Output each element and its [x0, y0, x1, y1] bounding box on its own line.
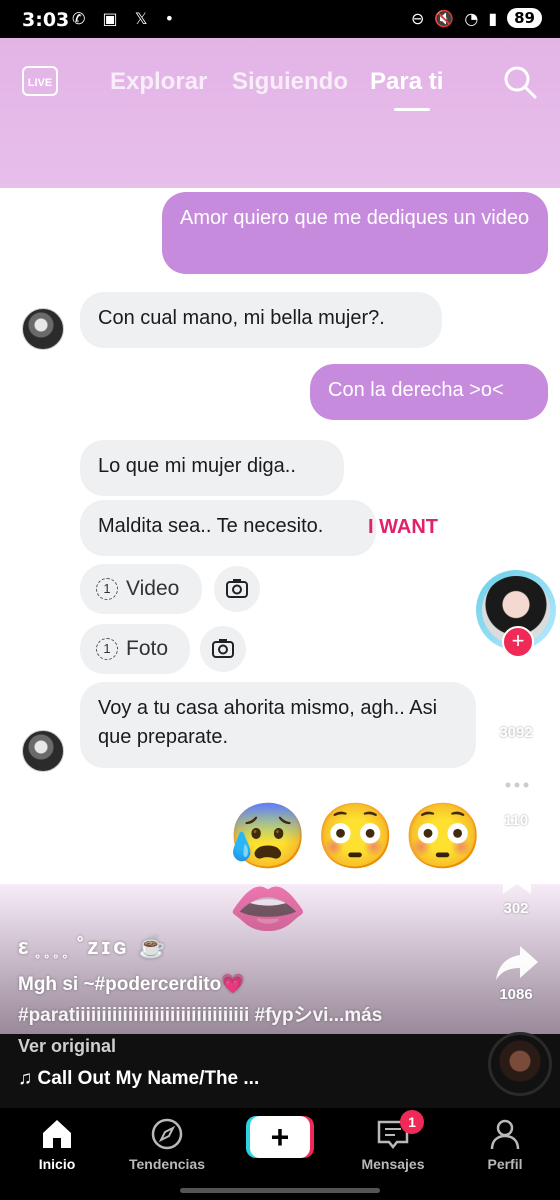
gesture-bar — [180, 1188, 380, 1193]
create-button[interactable]: + — [250, 1116, 310, 1158]
home-icon — [43, 1120, 71, 1148]
nav-label: Tendencias — [129, 1156, 205, 1172]
message-incoming: Lo que mi mujer diga.. — [80, 440, 344, 496]
feed-header: LIVE Explorar Siguiendo Para ti — [0, 38, 560, 188]
clock: 3:03 — [22, 9, 70, 31]
nav-label: Inicio — [38, 1156, 76, 1172]
camera-icon — [200, 626, 246, 672]
search-icon[interactable] — [502, 64, 538, 100]
messages-badge: 1 — [400, 1110, 424, 1134]
song-title[interactable]: ♫ Call Out My Name/The ... — [18, 1068, 259, 1090]
nav-tendencias[interactable]: Tendencias — [112, 1116, 222, 1172]
comment-count: 110 — [503, 812, 529, 829]
ver-original-link[interactable]: Ver original — [18, 1036, 116, 1057]
count-icon: 1 — [96, 638, 118, 660]
tab-siguiendo[interactable]: Siguiendo — [232, 68, 348, 96]
message-incoming: Con cual mano, mi bella mujer?. — [80, 292, 442, 348]
nav-perfil[interactable]: Perfil — [450, 1116, 560, 1172]
bottom-nav: Inicio Tendencias + Mensajes Perfil — [0, 1108, 560, 1200]
photo-chip: 1 Foto — [80, 624, 190, 674]
chip-label: Foto — [126, 637, 169, 660]
message-incoming: Voy a tu casa ahorita mismo, agh.. Asi q… — [80, 682, 476, 768]
want-label: I WANT — [368, 516, 438, 538]
message-outgoing: Con la derecha >o< — [310, 364, 548, 420]
avatar — [22, 730, 64, 772]
heart-icon[interactable] — [494, 680, 540, 726]
wifi-icon: ◔ — [464, 8, 479, 28]
caption-hashtags[interactable]: #paratiiiiiiiiiiiiiiiiiiiiiiiiiiiiiiiii … — [18, 1000, 382, 1027]
message-outgoing: Amor quiero que me dediques un video — [162, 192, 548, 274]
nav-inicio[interactable]: Inicio — [2, 1116, 112, 1172]
mute-icon: 🔇 — [434, 8, 455, 28]
battery-indicator: 89 — [507, 8, 542, 28]
tab-explorar[interactable]: Explorar — [110, 68, 207, 96]
save-count: 302 — [503, 900, 529, 917]
chat-video-content: Amor quiero que me dediques un video Con… — [0, 188, 560, 944]
follow-button[interactable]: + — [502, 626, 534, 658]
active-tab-indicator — [394, 108, 430, 111]
avatar — [22, 308, 64, 350]
status-bar: 3:03 ✆ ▣ 𝕏 • ⊖ 🔇 ◔ ▮ 89 — [0, 0, 560, 38]
comment-icon[interactable] — [494, 764, 540, 810]
notification-icons: ✆ ▣ 𝕏 • — [72, 9, 181, 28]
chip-label: Video — [126, 577, 180, 600]
camera-icon — [214, 566, 260, 612]
share-icon[interactable] — [494, 940, 540, 986]
creator-username[interactable]: ε ̥ ̥ ̥ ̥ ˚zɪɢ ☕ — [18, 934, 169, 960]
bookmark-icon[interactable] — [494, 852, 540, 898]
compass-icon — [151, 1118, 183, 1150]
caption-text[interactable]: Mgh si ~#podercerdito💗 — [18, 972, 245, 996]
system-icons: ⊖ 🔇 ◔ ▮ 89 — [411, 8, 542, 28]
message-incoming: Maldita sea.. Te necesito. — [80, 500, 376, 556]
like-count: 3092 — [499, 724, 533, 741]
music-disc[interactable] — [488, 1032, 552, 1096]
nav-label: Mensajes — [361, 1156, 425, 1172]
profile-icon — [490, 1119, 520, 1150]
live-icon[interactable]: LIVE — [22, 66, 58, 96]
tab-para-ti[interactable]: Para ti — [370, 68, 443, 96]
nav-label: Perfil — [487, 1156, 523, 1172]
share-count: 1086 — [499, 986, 533, 1003]
signal-icon: ▮ — [488, 8, 498, 28]
count-icon: 1 — [96, 578, 118, 600]
dnd-icon: ⊖ — [411, 8, 425, 28]
nav-mensajes[interactable]: Mensajes — [338, 1116, 448, 1172]
video-chip: 1 Video — [80, 564, 202, 614]
